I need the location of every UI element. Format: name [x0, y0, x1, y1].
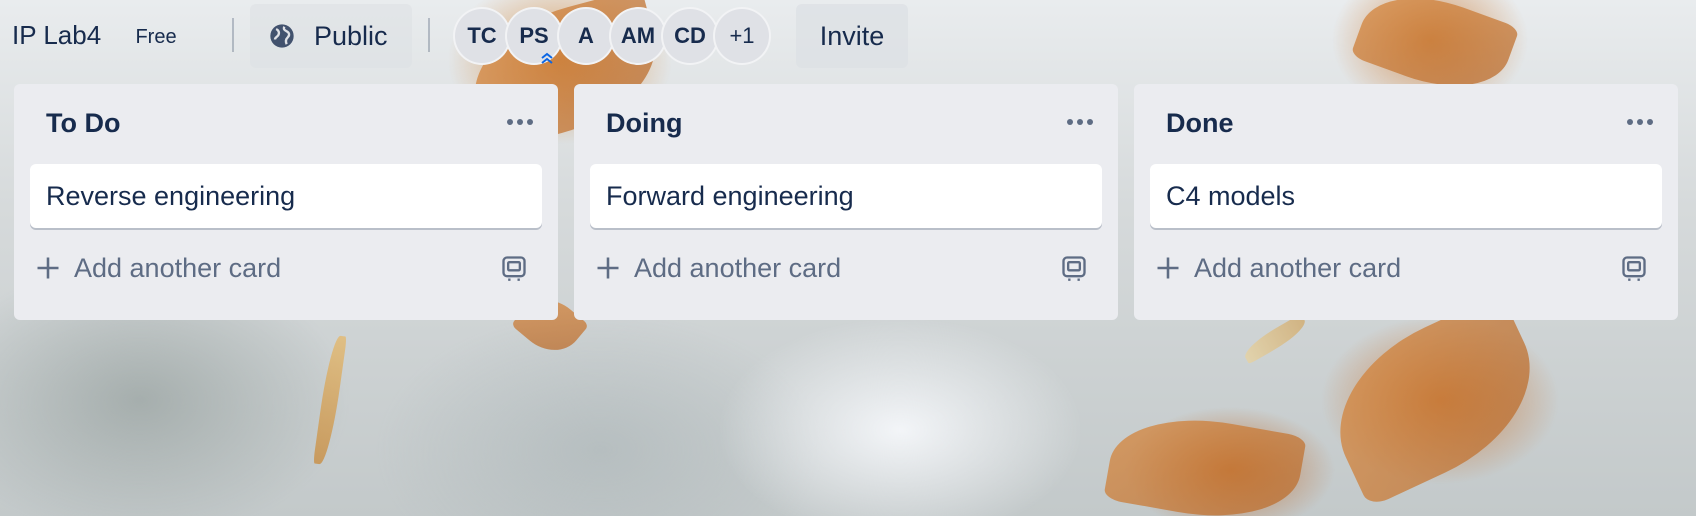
card[interactable]: Forward engineering [590, 164, 1102, 228]
add-card-button[interactable]: Add another card [34, 240, 281, 296]
avatar[interactable]: A [557, 7, 615, 65]
card[interactable]: Reverse engineering [30, 164, 542, 228]
more-members-button[interactable]: +1 [713, 7, 771, 65]
card-template-icon[interactable] [1060, 254, 1088, 282]
plus-icon [1157, 257, 1179, 279]
background-leaf [1103, 404, 1307, 516]
invite-button[interactable]: Invite [796, 4, 908, 68]
card-template-icon[interactable] [500, 254, 528, 282]
board-title[interactable]: IP Lab4 [12, 20, 101, 51]
list-title[interactable]: Doing [606, 108, 682, 139]
background-leaf [1310, 292, 1560, 508]
background-leaf [313, 334, 347, 466]
visibility-button[interactable]: Public [250, 4, 412, 68]
avatar[interactable]: AM [609, 7, 667, 65]
card-title: Reverse engineering [46, 180, 296, 211]
list-menu-button[interactable] [504, 112, 536, 132]
card-title: Forward engineering [606, 180, 854, 211]
list-doing: Doing Forward engineering Add another ca… [574, 84, 1118, 320]
avatar[interactable]: TC [453, 7, 511, 65]
card-title: C4 models [1166, 180, 1296, 211]
add-card-label: Add another card [74, 252, 282, 283]
header-divider [232, 18, 234, 52]
card-template-icon[interactable] [1620, 254, 1648, 282]
list-menu-button[interactable] [1624, 112, 1656, 132]
header-divider [428, 18, 430, 52]
more-horizontal-icon [507, 119, 533, 125]
list-to-do: To Do Reverse engineering Add another ca… [14, 84, 558, 320]
card[interactable]: C4 models [1150, 164, 1662, 228]
globe-icon [270, 24, 294, 48]
visibility-label: Public [314, 20, 388, 51]
plus-icon [37, 257, 59, 279]
chevron-up-double-icon [541, 52, 553, 64]
add-card-button[interactable]: Add another card [594, 240, 841, 296]
list-title[interactable]: To Do [46, 108, 120, 139]
plan-badge[interactable]: Free [118, 17, 194, 57]
board-header: IP Lab4 Free Public TC PS A AM CD +1 Inv… [0, 0, 1696, 72]
more-horizontal-icon [1067, 119, 1093, 125]
avatar-admin[interactable]: PS [505, 7, 563, 65]
list-menu-button[interactable] [1064, 112, 1096, 132]
more-horizontal-icon [1627, 119, 1653, 125]
list-done: Done C4 models Add another card [1134, 84, 1678, 320]
background-leaf [1240, 313, 1310, 365]
avatar[interactable]: CD [661, 7, 719, 65]
add-card-button[interactable]: Add another card [1154, 240, 1401, 296]
plus-icon [597, 257, 619, 279]
add-card-label: Add another card [634, 252, 842, 283]
avatar-initials: PS [519, 23, 549, 48]
member-avatars: TC PS A AM CD +1 [453, 7, 771, 65]
list-title[interactable]: Done [1166, 108, 1234, 139]
board-lists: To Do Reverse engineering Add another ca… [14, 84, 1678, 320]
add-card-label: Add another card [1194, 252, 1402, 283]
